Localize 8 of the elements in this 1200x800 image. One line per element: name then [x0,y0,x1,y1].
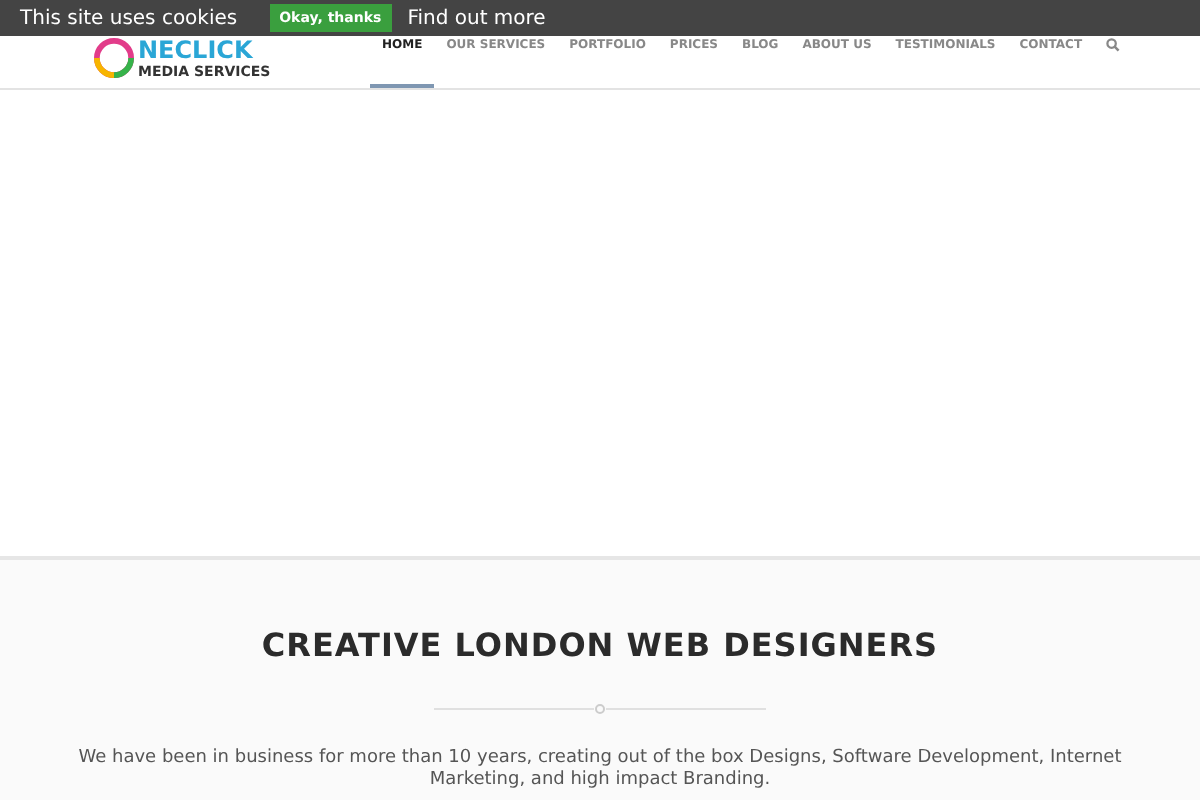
intro-heading: CREATIVE LONDON WEB DESIGNERS [261,626,939,664]
logo-icon [94,38,134,78]
logo-wordmark: NECLICK [138,36,255,64]
cookie-message: This site uses cookies [20,7,238,29]
search-icon[interactable] [1106,38,1121,52]
divider-ornament-icon [434,704,766,714]
intro-text: We have been in business for more than 10 years, creating out of the box Designs, Software Development, Internet Marketing, and high impact Branding. [76,748,1124,792]
find-out-more-link[interactable]: Find out more [407,7,546,29]
